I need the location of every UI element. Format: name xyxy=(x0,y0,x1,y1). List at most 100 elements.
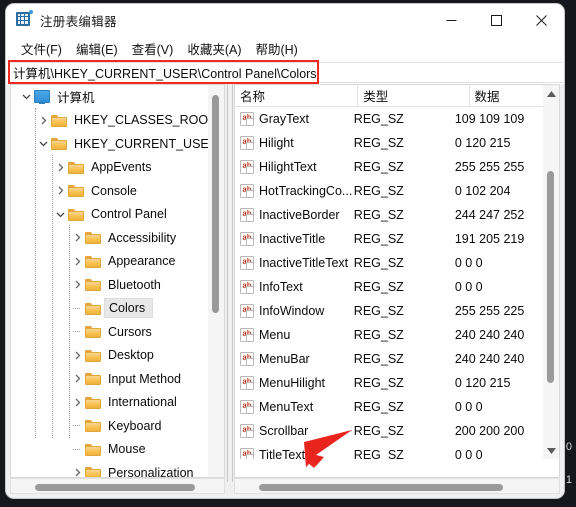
scroll-up-icon[interactable] xyxy=(543,85,559,102)
value-name-cell: InactiveBorder xyxy=(259,208,340,222)
folder-icon xyxy=(85,302,101,315)
list-vertical-scroll-thumb[interactable] xyxy=(547,171,554,383)
address-bar[interactable]: 计算机\HKEY_CURRENT_USER\Control Panel\Colo… xyxy=(7,62,563,83)
maximize-icon[interactable] xyxy=(474,4,519,36)
tree-node-colors[interactable]: Colors xyxy=(11,297,209,321)
value-name-cell: InfoWindow xyxy=(259,304,325,318)
tree-node-appearance[interactable]: Appearance xyxy=(11,250,209,274)
tree-node-bluetooth[interactable]: Bluetooth xyxy=(11,273,209,297)
tree-node-label: 计算机 xyxy=(57,91,95,106)
tree-node-hkey-current-user[interactable]: HKEY_CURRENT_USER xyxy=(11,132,209,156)
tree-node-desktop[interactable]: Desktop xyxy=(11,344,209,368)
column-header-name[interactable]: 名称 xyxy=(235,85,359,106)
close-icon[interactable] xyxy=(519,4,564,36)
tree-node-label: Personalization xyxy=(108,465,194,477)
value-name-cell: Scrollbar xyxy=(259,424,309,438)
value-name-cell: InactiveTitle xyxy=(259,232,326,246)
pane-splitter[interactable] xyxy=(227,84,233,482)
table-row[interactable]: ab Scrollbar REG_SZ 200 200 200 xyxy=(235,419,545,443)
chevron-right-icon[interactable] xyxy=(70,371,85,386)
table-row[interactable]: ab MenuText REG_SZ 0 0 0 xyxy=(235,395,545,419)
table-row[interactable]: ab InfoWindow REG_SZ 255 255 225 xyxy=(235,299,545,323)
folder-icon xyxy=(85,349,101,362)
table-row[interactable]: ab Menu REG_SZ 240 240 240 xyxy=(235,323,545,347)
table-row[interactable]: ab InactiveTitle REG_SZ 191 205 219 xyxy=(235,227,545,251)
menu-item-favorites[interactable]: 收藏夹(A) xyxy=(180,37,248,60)
tree-node-appevents[interactable]: AppEvents xyxy=(11,156,209,180)
tree-node-label: Accessibility xyxy=(108,230,177,245)
table-row[interactable]: ab MenuHilight REG_SZ 0 120 215 xyxy=(235,371,545,395)
tree-node-[interactable]: 计算机 xyxy=(11,85,209,109)
table-row[interactable]: ab InfoText REG_SZ 0 0 0 xyxy=(235,275,545,299)
minimize-icon[interactable] xyxy=(429,4,474,36)
string-value-icon: ab xyxy=(240,136,254,150)
chevron-right-icon[interactable] xyxy=(70,277,85,292)
tree-node-console[interactable]: Console xyxy=(11,179,209,203)
value-type-cell: REG_SZ xyxy=(353,304,404,318)
chevron-right-icon[interactable] xyxy=(53,160,68,175)
chevron-down-icon[interactable] xyxy=(53,207,68,222)
string-value-icon: ab xyxy=(240,304,254,318)
tree-node-input-method[interactable]: Input Method xyxy=(11,367,209,391)
table-row[interactable]: ab HilightText REG_SZ 255 255 255 xyxy=(235,155,545,179)
menu-item-file[interactable]: 文件(F) xyxy=(14,37,69,60)
list-horizontal-scroll-thumb[interactable] xyxy=(259,484,503,491)
tree-node-label: Mouse xyxy=(108,442,146,457)
table-row[interactable]: ab MenuBar REG_SZ 240 240 240 xyxy=(235,347,545,371)
tree-node-label: Cursors xyxy=(108,324,152,339)
table-row[interactable]: ab HotTrackingCo... REG_SZ 0 102 204 xyxy=(235,179,545,203)
table-row[interactable]: ab Hilight REG_SZ 0 120 215 xyxy=(235,131,545,155)
tree-vertical-scrollbar[interactable] xyxy=(208,85,224,477)
string-value-icon: ab xyxy=(240,352,254,366)
tree-node-label: AppEvents xyxy=(91,160,152,175)
tree-node-label: Bluetooth xyxy=(108,277,161,292)
chevron-right-icon[interactable] xyxy=(36,113,51,128)
tree-node-cursors[interactable]: Cursors xyxy=(11,320,209,344)
menu-item-help[interactable]: 帮助(H) xyxy=(248,37,304,60)
registry-editor-icon xyxy=(16,10,33,28)
tree-horizontal-scrollbar[interactable] xyxy=(10,478,225,494)
table-row[interactable]: ab GrayText REG_SZ 109 109 109 xyxy=(235,107,545,131)
chevron-down-icon[interactable] xyxy=(19,89,34,104)
list-vertical-scrollbar[interactable] xyxy=(543,85,559,459)
value-type-cell: REG_SZ xyxy=(353,280,404,294)
tree-guide-line-2 xyxy=(69,225,71,438)
list-horizontal-scrollbar[interactable] xyxy=(234,478,560,494)
menu-item-view[interactable]: 查看(V) xyxy=(125,37,181,60)
value-data-cell: 0 0 0 xyxy=(454,400,483,414)
tree-node-keyboard[interactable]: Keyboard xyxy=(11,414,209,438)
tree-node-international[interactable]: International xyxy=(11,391,209,415)
value-type-cell: REG_SZ xyxy=(353,424,404,438)
chevron-right-icon[interactable] xyxy=(70,254,85,269)
tree-node-hkey-classes-root[interactable]: HKEY_CLASSES_ROOT xyxy=(11,109,209,133)
tree-leaf-connector xyxy=(70,324,85,339)
title-bar[interactable]: 注册表编辑器 xyxy=(6,4,564,36)
tree-node-accessibility[interactable]: Accessibility xyxy=(11,226,209,250)
value-type-cell: REG_SZ xyxy=(353,136,404,150)
tree-horizontal-scroll-thumb[interactable] xyxy=(35,484,195,491)
tree-node-mouse[interactable]: Mouse xyxy=(11,438,209,462)
chevron-right-icon[interactable] xyxy=(70,395,85,410)
column-header-type[interactable]: 类型 xyxy=(358,85,470,106)
folder-icon xyxy=(85,466,101,477)
value-type-cell: REG_SZ xyxy=(353,400,404,414)
registry-values-pane: 名称 类型 数据 ab GrayText REG_SZ 109 109 109 ab Hi… xyxy=(234,84,560,478)
menu-item-edit[interactable]: 编辑(E) xyxy=(69,37,125,60)
menu-bar: 文件(F) 编辑(E) 查看(V) 收藏夹(A) 帮助(H) xyxy=(6,36,564,60)
chevron-right-icon[interactable] xyxy=(70,230,85,245)
value-name-cell: Menu xyxy=(259,328,291,342)
tree-node-control-panel[interactable]: Control Panel xyxy=(11,203,209,227)
chevron-right-icon[interactable] xyxy=(70,348,85,363)
value-name-cell: HilightText xyxy=(259,160,317,174)
scroll-down-icon[interactable] xyxy=(543,442,559,459)
content-area: 计算机 HKEY_CLASSES_ROOT HKEY_CURRENT_USER App… xyxy=(6,84,564,498)
folder-icon xyxy=(51,137,67,151)
chevron-right-icon[interactable] xyxy=(53,183,68,198)
table-row[interactable]: ab InactiveBorder REG_SZ 244 247 252 xyxy=(235,203,545,227)
table-row[interactable]: ab TitleText REG_SZ 0 0 0 xyxy=(235,443,545,459)
chevron-down-icon[interactable] xyxy=(36,136,51,151)
tree-vertical-scroll-thumb[interactable] xyxy=(212,95,219,313)
chevron-right-icon[interactable] xyxy=(70,465,85,477)
table-row[interactable]: ab InactiveTitleText REG_SZ 0 0 0 xyxy=(235,251,545,275)
tree-node-personalization[interactable]: Personalization xyxy=(11,461,209,477)
